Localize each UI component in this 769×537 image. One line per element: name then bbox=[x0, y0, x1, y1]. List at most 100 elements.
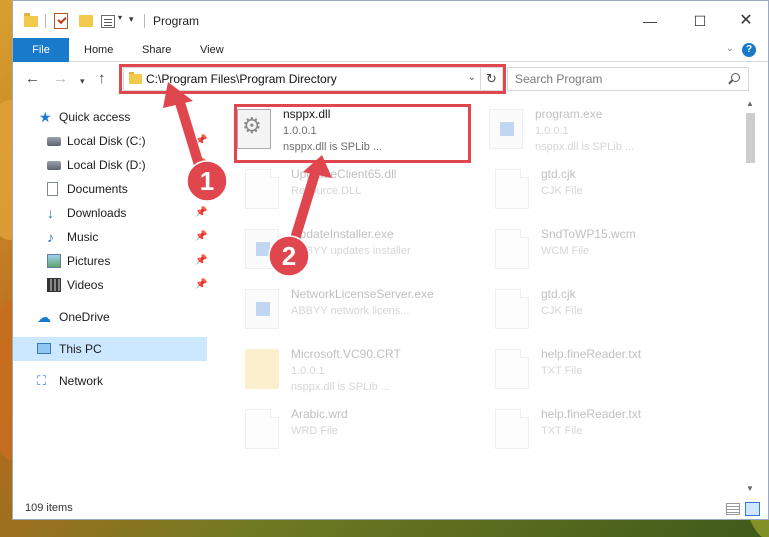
file-name: Microsoft.VC90.CRT bbox=[291, 347, 401, 361]
search-input[interactable] bbox=[508, 68, 718, 90]
nav-item-label: Local Disk (C:) bbox=[67, 134, 146, 148]
pin-icon[interactable]: 📌 bbox=[195, 225, 207, 249]
close-button[interactable]: ✕ bbox=[736, 11, 756, 31]
nav-item-label: Local Disk (D:) bbox=[67, 158, 146, 172]
details-view-icon[interactable] bbox=[726, 503, 740, 515]
nav-item-music[interactable]: ♪ Music 📌 bbox=[13, 225, 207, 249]
nav-item-videos[interactable]: Videos 📌 bbox=[13, 273, 207, 297]
up-button[interactable]: ↑ bbox=[98, 69, 106, 89]
pin-icon[interactable]: 📌 bbox=[195, 249, 207, 273]
forward-button[interactable]: → bbox=[53, 69, 68, 89]
file-name: program.exe bbox=[535, 107, 603, 121]
file-item[interactable]: gtd.cjk CJK File bbox=[491, 163, 731, 219]
file-item[interactable]: help.fineReader.txt TXT File bbox=[491, 343, 731, 399]
file-type: CJK File bbox=[541, 305, 583, 317]
file-icon bbox=[495, 169, 529, 209]
address-highlight-box bbox=[119, 64, 506, 94]
nav-item-label: Network bbox=[59, 374, 104, 388]
maximize-button[interactable]: ☐ bbox=[690, 11, 710, 31]
pin-icon[interactable]: 📌 bbox=[195, 129, 207, 153]
vertical-scrollbar[interactable]: ▲ ▼ bbox=[743, 97, 757, 495]
drive-icon bbox=[47, 137, 61, 146]
back-button[interactable]: ← bbox=[25, 69, 40, 89]
file-description: ABBYY network licens... bbox=[291, 305, 410, 317]
file-item[interactable]: NetworkLicenseServer.exe ABBYY network l… bbox=[241, 283, 481, 339]
cloud-icon: ☁ bbox=[37, 309, 51, 325]
file-name: SndToWP15.wcm bbox=[541, 227, 636, 241]
expand-ribbon-icon[interactable]: ⌄ bbox=[726, 43, 734, 54]
nav-item-label: Quick access bbox=[59, 110, 131, 124]
title-bar: ▾ ▾ Program — ☐ ✕ bbox=[13, 1, 768, 39]
nav-item-local-disk-c[interactable]: Local Disk (C:) 📌 bbox=[13, 129, 207, 153]
file-icon bbox=[495, 229, 529, 269]
tiles-view-icon[interactable] bbox=[745, 502, 760, 516]
file-type: WCM File bbox=[541, 245, 590, 257]
download-icon: ↓ bbox=[47, 205, 54, 221]
folder-icon bbox=[24, 13, 38, 27]
scroll-down-icon[interactable]: ▼ bbox=[746, 484, 754, 493]
pin-icon[interactable]: 📌 bbox=[195, 153, 207, 177]
file-version: 1.0.0.1 bbox=[535, 125, 569, 137]
file-item[interactable]: UpgradeClient65.dll Resource DLL bbox=[241, 163, 481, 219]
tab-file[interactable]: File bbox=[13, 38, 69, 62]
nav-item-this-pc[interactable]: This PC bbox=[13, 337, 207, 361]
file-item[interactable]: SndToWP15.wcm WCM File bbox=[491, 223, 731, 279]
star-icon: ★ bbox=[39, 109, 52, 125]
file-explorer-window: ▾ ▾ Program — ☐ ✕ File Home Share View ⌄… bbox=[12, 0, 769, 520]
file-item[interactable]: Arabic.wrd WRD File bbox=[241, 403, 481, 459]
file-item[interactable]: gtd.cjk CJK File bbox=[491, 283, 731, 339]
file-type: TXT File bbox=[541, 365, 583, 377]
nav-item-network[interactable]: ⛶ Network bbox=[13, 369, 207, 393]
nav-item-onedrive[interactable]: ☁ OneDrive bbox=[13, 305, 207, 329]
scroll-up-icon[interactable]: ▲ bbox=[746, 99, 754, 108]
computer-icon bbox=[37, 343, 51, 354]
chevron-down-icon[interactable]: ▾ bbox=[118, 13, 122, 31]
properties-icon[interactable] bbox=[101, 15, 115, 28]
divider bbox=[45, 14, 46, 28]
file-icon bbox=[495, 289, 529, 329]
nav-item-documents[interactable]: Documents 📌 bbox=[13, 177, 207, 201]
help-icon[interactable]: ? bbox=[742, 43, 756, 57]
nav-item-label: This PC bbox=[59, 342, 102, 356]
pin-icon[interactable]: 📌 bbox=[195, 273, 207, 297]
exe-icon bbox=[489, 109, 523, 149]
window-title: Program bbox=[153, 14, 200, 28]
pin-icon[interactable]: 📌 bbox=[195, 177, 207, 201]
nav-item-pictures[interactable]: Pictures 📌 bbox=[13, 249, 207, 273]
music-icon: ♪ bbox=[47, 229, 54, 245]
video-icon bbox=[47, 278, 61, 292]
pin-icon[interactable]: 📌 bbox=[195, 201, 207, 225]
drive-icon bbox=[47, 161, 61, 170]
pictures-icon bbox=[47, 254, 61, 268]
recent-locations-button[interactable]: ▾ bbox=[80, 71, 85, 91]
scrollbar-thumb[interactable] bbox=[746, 113, 755, 163]
file-item[interactable]: UpdateInstaller.exe ABBYY updates instal… bbox=[241, 223, 481, 279]
nav-item-quick-access[interactable]: ★ Quick access bbox=[13, 105, 207, 129]
nav-item-local-disk-d[interactable]: Local Disk (D:) 📌 bbox=[13, 153, 207, 177]
new-folder-icon[interactable] bbox=[79, 15, 93, 27]
document-icon bbox=[47, 182, 58, 196]
tab-view[interactable]: View bbox=[200, 38, 224, 62]
file-name: help.fineReader.txt bbox=[541, 407, 642, 421]
file-name: gtd.cjk bbox=[541, 167, 576, 181]
file-item[interactable]: help.fineReader.txt TXT File bbox=[491, 403, 731, 459]
file-type: Resource DLL bbox=[291, 185, 362, 197]
properties-check-icon[interactable] bbox=[54, 13, 68, 29]
exe-icon bbox=[245, 229, 279, 269]
search-icon[interactable] bbox=[731, 73, 740, 82]
minimize-button[interactable]: — bbox=[640, 11, 660, 31]
file-item-program-exe[interactable]: program.exe 1.0.0.1 nsppx.dll is SPLib .… bbox=[485, 103, 725, 159]
file-item[interactable]: Microsoft.VC90.CRT 1.0.0.1 nsppx.dll is … bbox=[241, 343, 481, 399]
tab-share[interactable]: Share bbox=[142, 38, 171, 62]
file-version: 1.0.0.1 bbox=[291, 365, 325, 377]
tab-home[interactable]: Home bbox=[84, 38, 113, 62]
nav-item-downloads[interactable]: ↓ Downloads 📌 bbox=[13, 201, 207, 225]
customize-toolbar-button[interactable]: ▾ bbox=[129, 14, 134, 32]
file-description: ABBYY updates installer bbox=[291, 245, 411, 257]
nav-item-label: Music bbox=[67, 230, 99, 244]
search-box[interactable] bbox=[507, 67, 749, 91]
file-type: CJK File bbox=[541, 185, 583, 197]
file-icon bbox=[495, 409, 529, 449]
nav-item-label: Documents bbox=[67, 182, 128, 196]
file-icon bbox=[495, 349, 529, 389]
